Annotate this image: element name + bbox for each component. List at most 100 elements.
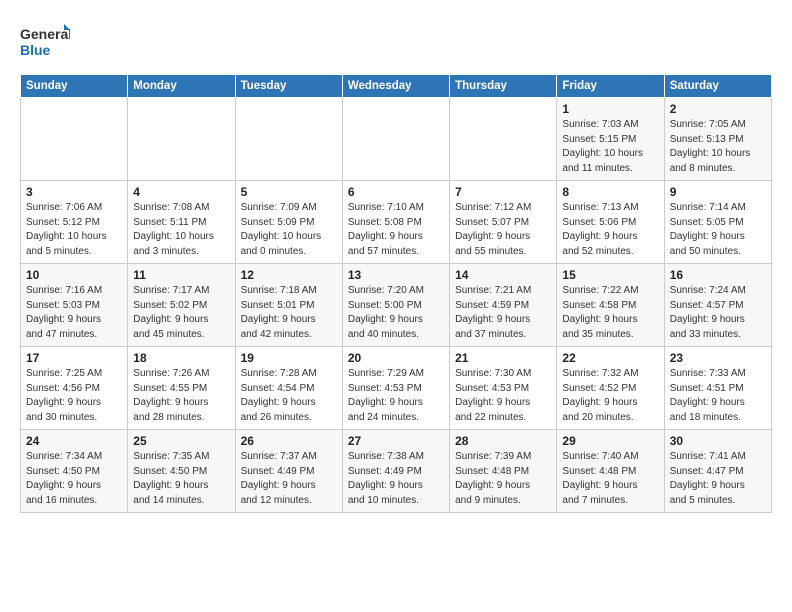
day-info: Sunrise: 7:33 AM Sunset: 4:51 PM Dayligh…	[670, 367, 766, 425]
day-number: 7	[455, 185, 551, 199]
week-row-1: 1 Sunrise: 7:03 AM Sunset: 5:15 PM Daylig…	[21, 98, 772, 181]
logo: General Blue	[20, 20, 70, 64]
day-number: 23	[670, 351, 766, 365]
calendar-cell: 19Sunrise: 7:28 AM Sunset: 4:54 PM Dayli…	[235, 347, 342, 430]
calendar-cell: 29 Sunrise: 7:40 AM Sunset: 4:48 PM Dayli…	[557, 430, 664, 513]
page: General Blue SundayMondayTuesdayWednesda…	[0, 0, 792, 529]
day-info: Sunrise: 7:16 AM Sunset: 5:03 PM Dayligh…	[26, 284, 122, 342]
day-number: 11	[133, 268, 229, 282]
calendar-cell	[128, 98, 235, 181]
day-info: Sunrise: 7:22 AM Sunset: 4:58 PM Dayligh…	[562, 284, 658, 342]
day-info: Sunrise: 7:38 AM Sunset: 4:49 PM Dayligh…	[348, 450, 444, 508]
day-info: Sunrise: 7:41 AM Sunset: 4:47 PM Dayligh…	[670, 450, 766, 508]
day-info: Sunrise: 7:09 AM Sunset: 5:09 PM Dayligh…	[241, 201, 337, 259]
weekday-header-wednesday: Wednesday	[342, 75, 449, 98]
weekday-header-sunday: Sunday	[21, 75, 128, 98]
calendar-cell: 27 Sunrise: 7:38 AM Sunset: 4:49 PM Dayli…	[342, 430, 449, 513]
day-number: 10	[26, 268, 122, 282]
weekday-header-row: SundayMondayTuesdayWednesdayThursdayFrid…	[21, 75, 772, 98]
weekday-header-thursday: Thursday	[450, 75, 557, 98]
calendar-cell: 10 Sunrise: 7:16 AM Sunset: 5:03 PM Dayli…	[21, 264, 128, 347]
week-row-2: 3 Sunrise: 7:06 AM Sunset: 5:12 PM Daylig…	[21, 181, 772, 264]
calendar-cell: 18 Sunrise: 7:26 AM Sunset: 4:55 PM Dayli…	[128, 347, 235, 430]
day-info: Sunrise: 7:32 AM Sunset: 4:52 PM Dayligh…	[562, 367, 658, 425]
calendar-cell: 7 Sunrise: 7:12 AM Sunset: 5:07 PM Daylig…	[450, 181, 557, 264]
day-number: 12	[241, 268, 337, 282]
day-number: 5	[241, 185, 337, 199]
day-info: Sunrise: 7:08 AM Sunset: 5:11 PM Dayligh…	[133, 201, 229, 259]
calendar-cell: 13 Sunrise: 7:20 AM Sunset: 5:00 PM Dayli…	[342, 264, 449, 347]
day-info: Sunrise: 7:39 AM Sunset: 4:48 PM Dayligh…	[455, 450, 551, 508]
day-number: 20	[348, 351, 444, 365]
calendar-cell: 12 Sunrise: 7:18 AM Sunset: 5:01 PM Dayli…	[235, 264, 342, 347]
day-number: 27	[348, 434, 444, 448]
day-info: Sunrise: 7:05 AM Sunset: 5:13 PM Dayligh…	[670, 118, 766, 176]
day-info: Sunrise: 7:10 AM Sunset: 5:08 PM Dayligh…	[348, 201, 444, 259]
day-number: 16	[670, 268, 766, 282]
day-number: 2	[670, 102, 766, 116]
calendar-cell: 25Sunrise: 7:35 AM Sunset: 4:50 PM Dayli…	[128, 430, 235, 513]
calendar-cell	[342, 98, 449, 181]
day-number: 30	[670, 434, 766, 448]
day-info: Sunrise: 7:06 AM Sunset: 5:12 PM Dayligh…	[26, 201, 122, 259]
week-row-4: 17 Sunrise: 7:25 AM Sunset: 4:56 PM Dayli…	[21, 347, 772, 430]
day-info: Sunrise: 7:40 AM Sunset: 4:48 PM Dayligh…	[562, 450, 658, 508]
day-number: 6	[348, 185, 444, 199]
calendar-cell: 16 Sunrise: 7:24 AM Sunset: 4:57 PM Dayli…	[664, 264, 771, 347]
calendar-cell: 22 Sunrise: 7:32 AM Sunset: 4:52 PM Dayli…	[557, 347, 664, 430]
day-info: Sunrise: 7:21 AM Sunset: 4:59 PM Dayligh…	[455, 284, 551, 342]
calendar-cell: 4Sunrise: 7:08 AM Sunset: 5:11 PM Daylig…	[128, 181, 235, 264]
logo-svg: General Blue	[20, 20, 70, 64]
day-info: Sunrise: 7:37 AM Sunset: 4:49 PM Dayligh…	[241, 450, 337, 508]
calendar-cell: 3 Sunrise: 7:06 AM Sunset: 5:12 PM Daylig…	[21, 181, 128, 264]
day-number: 29	[562, 434, 658, 448]
calendar-cell: 8 Sunrise: 7:13 AM Sunset: 5:06 PM Daylig…	[557, 181, 664, 264]
day-info: Sunrise: 7:17 AM Sunset: 5:02 PM Dayligh…	[133, 284, 229, 342]
calendar-cell: 26Sunrise: 7:37 AM Sunset: 4:49 PM Dayli…	[235, 430, 342, 513]
weekday-header-friday: Friday	[557, 75, 664, 98]
calendar-cell: 6 Sunrise: 7:10 AM Sunset: 5:08 PM Daylig…	[342, 181, 449, 264]
day-info: Sunrise: 7:24 AM Sunset: 4:57 PM Dayligh…	[670, 284, 766, 342]
day-number: 1	[562, 102, 658, 116]
day-info: Sunrise: 7:25 AM Sunset: 4:56 PM Dayligh…	[26, 367, 122, 425]
day-number: 22	[562, 351, 658, 365]
calendar-cell: 21Sunrise: 7:30 AM Sunset: 4:53 PM Dayli…	[450, 347, 557, 430]
day-number: 25	[133, 434, 229, 448]
day-number: 18	[133, 351, 229, 365]
day-info: Sunrise: 7:12 AM Sunset: 5:07 PM Dayligh…	[455, 201, 551, 259]
calendar-cell: 14 Sunrise: 7:21 AM Sunset: 4:59 PM Dayli…	[450, 264, 557, 347]
day-number: 9	[670, 185, 766, 199]
calendar-cell: 20Sunrise: 7:29 AM Sunset: 4:53 PM Dayli…	[342, 347, 449, 430]
calendar-cell: 15 Sunrise: 7:22 AM Sunset: 4:58 PM Dayli…	[557, 264, 664, 347]
day-info: Sunrise: 7:26 AM Sunset: 4:55 PM Dayligh…	[133, 367, 229, 425]
day-number: 28	[455, 434, 551, 448]
day-info: Sunrise: 7:20 AM Sunset: 5:00 PM Dayligh…	[348, 284, 444, 342]
day-info: Sunrise: 7:30 AM Sunset: 4:53 PM Dayligh…	[455, 367, 551, 425]
day-info: Sunrise: 7:03 AM Sunset: 5:15 PM Dayligh…	[562, 118, 658, 176]
day-info: Sunrise: 7:13 AM Sunset: 5:06 PM Dayligh…	[562, 201, 658, 259]
day-number: 15	[562, 268, 658, 282]
day-info: Sunrise: 7:34 AM Sunset: 4:50 PM Dayligh…	[26, 450, 122, 508]
day-info: Sunrise: 7:14 AM Sunset: 5:05 PM Dayligh…	[670, 201, 766, 259]
day-number: 17	[26, 351, 122, 365]
calendar-cell: 24 Sunrise: 7:34 AM Sunset: 4:50 PM Dayli…	[21, 430, 128, 513]
weekday-header-saturday: Saturday	[664, 75, 771, 98]
day-info: Sunrise: 7:28 AM Sunset: 4:54 PM Dayligh…	[241, 367, 337, 425]
calendar-cell: 28 Sunrise: 7:39 AM Sunset: 4:48 PM Dayli…	[450, 430, 557, 513]
day-number: 3	[26, 185, 122, 199]
weekday-header-monday: Monday	[128, 75, 235, 98]
day-number: 14	[455, 268, 551, 282]
calendar-cell: 11 Sunrise: 7:17 AM Sunset: 5:02 PM Dayli…	[128, 264, 235, 347]
week-row-5: 24 Sunrise: 7:34 AM Sunset: 4:50 PM Dayli…	[21, 430, 772, 513]
weekday-header-tuesday: Tuesday	[235, 75, 342, 98]
day-info: Sunrise: 7:18 AM Sunset: 5:01 PM Dayligh…	[241, 284, 337, 342]
day-number: 8	[562, 185, 658, 199]
day-number: 24	[26, 434, 122, 448]
day-number: 13	[348, 268, 444, 282]
calendar-cell: 17 Sunrise: 7:25 AM Sunset: 4:56 PM Dayli…	[21, 347, 128, 430]
calendar-cell: 5 Sunrise: 7:09 AM Sunset: 5:09 PM Daylig…	[235, 181, 342, 264]
calendar-cell	[21, 98, 128, 181]
calendar-cell: 9 Sunrise: 7:14 AM Sunset: 5:05 PM Daylig…	[664, 181, 771, 264]
calendar-table: SundayMondayTuesdayWednesdayThursdayFrid…	[20, 74, 772, 513]
svg-text:Blue: Blue	[20, 42, 51, 58]
